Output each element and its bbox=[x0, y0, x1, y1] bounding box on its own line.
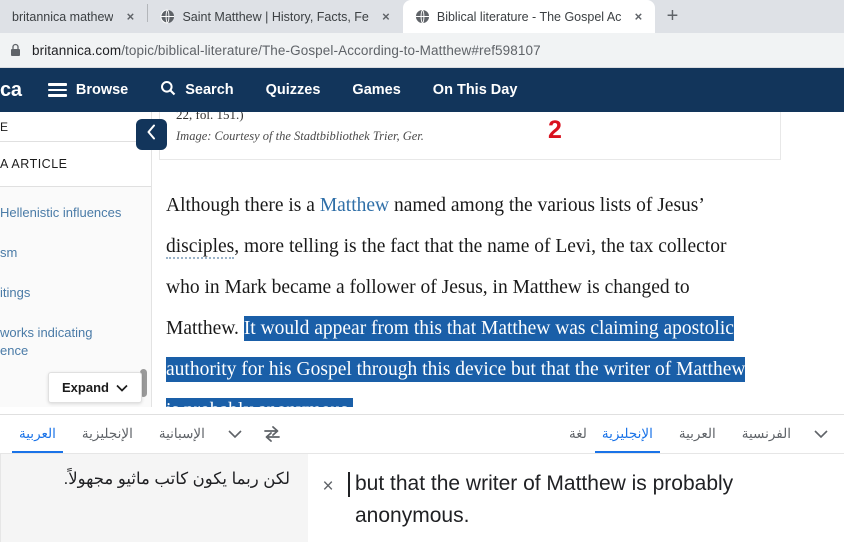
language-selector-bar: الإسبانية الإنجليزية العربية الفرنسية ال… bbox=[0, 415, 844, 453]
translate-widget: الإسبانية الإنجليزية العربية الفرنسية ال… bbox=[0, 414, 844, 542]
site-navigation-bar: ca Browse Search Quizzes Games On This D… bbox=[0, 68, 844, 112]
source-language-label: لغة bbox=[569, 426, 587, 441]
source-lang-tab-1[interactable]: الإنجليزية bbox=[589, 415, 666, 453]
selected-text-highlight[interactable]: It would appear from this that Matthew w… bbox=[166, 316, 746, 407]
close-icon[interactable]: × bbox=[630, 9, 646, 25]
paragraph-segment-1: Although there is a bbox=[166, 195, 320, 216]
address-bar[interactable]: britannica.com/topic/biblical-literature… bbox=[10, 37, 834, 63]
nav-label: Quizzes bbox=[265, 82, 321, 98]
chevron-left-icon bbox=[146, 124, 157, 145]
search-icon bbox=[160, 80, 176, 100]
figure-caption-card: 22, fol. 151.) Image: Courtesy of the St… bbox=[159, 112, 781, 160]
target-more-languages-button[interactable] bbox=[218, 415, 252, 453]
nav-item-on-this-day[interactable]: On This Day bbox=[433, 82, 518, 98]
tab-strip-empty-area bbox=[689, 0, 844, 33]
translated-text: لكن ربما يكون كاتب ماثيو مجهولاً. bbox=[63, 470, 290, 488]
new-tab-button[interactable]: + bbox=[655, 2, 689, 30]
nav-item-games[interactable]: Games bbox=[352, 82, 400, 98]
toc-subheader: A ARTICLE bbox=[0, 142, 152, 187]
translate-panes: but that the writer of Matthew is probab… bbox=[0, 453, 844, 542]
url-domain: britannica.com bbox=[32, 42, 122, 58]
tab-title: Biblical literature - The Gospel Ac bbox=[436, 9, 622, 24]
annotation-number: 2 bbox=[548, 116, 562, 144]
browser-window: britannica mathew × Saint Matthew | Hist… bbox=[0, 0, 844, 542]
source-text[interactable]: but that the writer of Matthew is probab… bbox=[348, 468, 844, 532]
figure-credit: Image: Courtesy of the Stadtbibliothek T… bbox=[176, 128, 424, 143]
article-right-margin bbox=[814, 112, 844, 407]
expand-label: Expand bbox=[62, 380, 109, 395]
translated-text-pane: لكن ربما يكون كاتب ماثيو مجهولاً. bbox=[0, 454, 308, 542]
chevron-down-icon bbox=[116, 380, 128, 395]
nav-item-browse[interactable]: Browse bbox=[47, 82, 129, 98]
article-paragraph: Although there is a Matthew named among … bbox=[152, 160, 792, 407]
target-lang-tab-2[interactable]: الإنجليزية bbox=[69, 415, 146, 453]
tab-title: Saint Matthew | History, Facts, Fe bbox=[182, 9, 369, 24]
nav-label: Browse bbox=[75, 82, 129, 98]
table-of-contents-sidebar: E A ARTICLE Hellenistic influences sm it… bbox=[0, 112, 152, 407]
page-content: E A ARTICLE Hellenistic influences sm it… bbox=[0, 112, 844, 407]
tab-title: britannica mathew bbox=[12, 9, 114, 24]
expand-button[interactable]: Expand bbox=[48, 372, 142, 403]
nav-item-search[interactable]: Search bbox=[160, 80, 234, 100]
nav-label: Search bbox=[185, 82, 234, 98]
lock-icon bbox=[10, 43, 21, 57]
toc-link-3[interactable]: itings bbox=[0, 284, 152, 303]
browser-tab-2[interactable]: Saint Matthew | History, Facts, Fe × bbox=[148, 0, 403, 33]
globe-icon bbox=[415, 9, 430, 24]
browser-tab-3[interactable]: Biblical literature - The Gospel Ac × bbox=[402, 0, 656, 33]
toc-link-1[interactable]: Hellenistic influences bbox=[0, 204, 152, 223]
source-more-languages-button[interactable] bbox=[804, 415, 838, 453]
link-matthew[interactable]: Matthew bbox=[320, 195, 389, 216]
nav-label: On This Day bbox=[432, 82, 518, 98]
toc-header: E bbox=[0, 112, 152, 142]
target-lang-tab-3[interactable]: الإسبانية bbox=[146, 415, 218, 453]
hamburger-icon bbox=[47, 83, 67, 97]
close-icon[interactable]: × bbox=[378, 9, 394, 25]
figure-reference: 22, fol. 151.) bbox=[176, 112, 244, 122]
target-language-tabs: الإسبانية الإنجليزية العربية bbox=[6, 415, 252, 453]
address-bar-row: britannica.com/topic/biblical-literature… bbox=[0, 33, 844, 68]
browser-tab-1[interactable]: britannica mathew × bbox=[0, 0, 148, 33]
britannica-logo[interactable]: ca bbox=[0, 79, 22, 102]
toc-link-2[interactable]: sm bbox=[0, 244, 152, 263]
tab-strip: britannica mathew × Saint Matthew | Hist… bbox=[0, 0, 844, 33]
link-disciples[interactable]: disciples bbox=[166, 236, 235, 259]
url-text: britannica.com/topic/biblical-literature… bbox=[32, 43, 541, 58]
source-text-pane[interactable]: but that the writer of Matthew is probab… bbox=[308, 454, 844, 542]
nav-item-quizzes[interactable]: Quizzes bbox=[266, 82, 321, 98]
target-lang-tab-1[interactable]: العربية bbox=[6, 415, 69, 453]
clear-text-button[interactable]: × bbox=[308, 468, 348, 498]
source-lang-tab-3[interactable]: الفرنسية bbox=[729, 415, 804, 453]
globe-icon bbox=[160, 9, 175, 24]
url-path: /topic/biblical-literature/The-Gospel-Ac… bbox=[121, 42, 541, 58]
toc-link-4[interactable]: works indicating ence bbox=[0, 324, 152, 362]
swap-arrows-icon[interactable] bbox=[252, 415, 292, 453]
source-lang-tab-2[interactable]: العربية bbox=[666, 415, 729, 453]
text-caret bbox=[348, 472, 350, 497]
nav-label: Games bbox=[352, 82, 401, 98]
close-icon[interactable]: × bbox=[122, 9, 138, 25]
paragraph-segment-2: named among the various lists of Jesus’ bbox=[389, 195, 704, 216]
source-text-value: but that the writer of Matthew is probab… bbox=[355, 472, 734, 527]
source-language-tabs: الفرنسية العربية الإنجليزية لغة bbox=[563, 415, 838, 453]
article-column: 22, fol. 151.) Image: Courtesy of the St… bbox=[152, 112, 844, 407]
collapse-sidebar-button[interactable] bbox=[136, 119, 167, 150]
